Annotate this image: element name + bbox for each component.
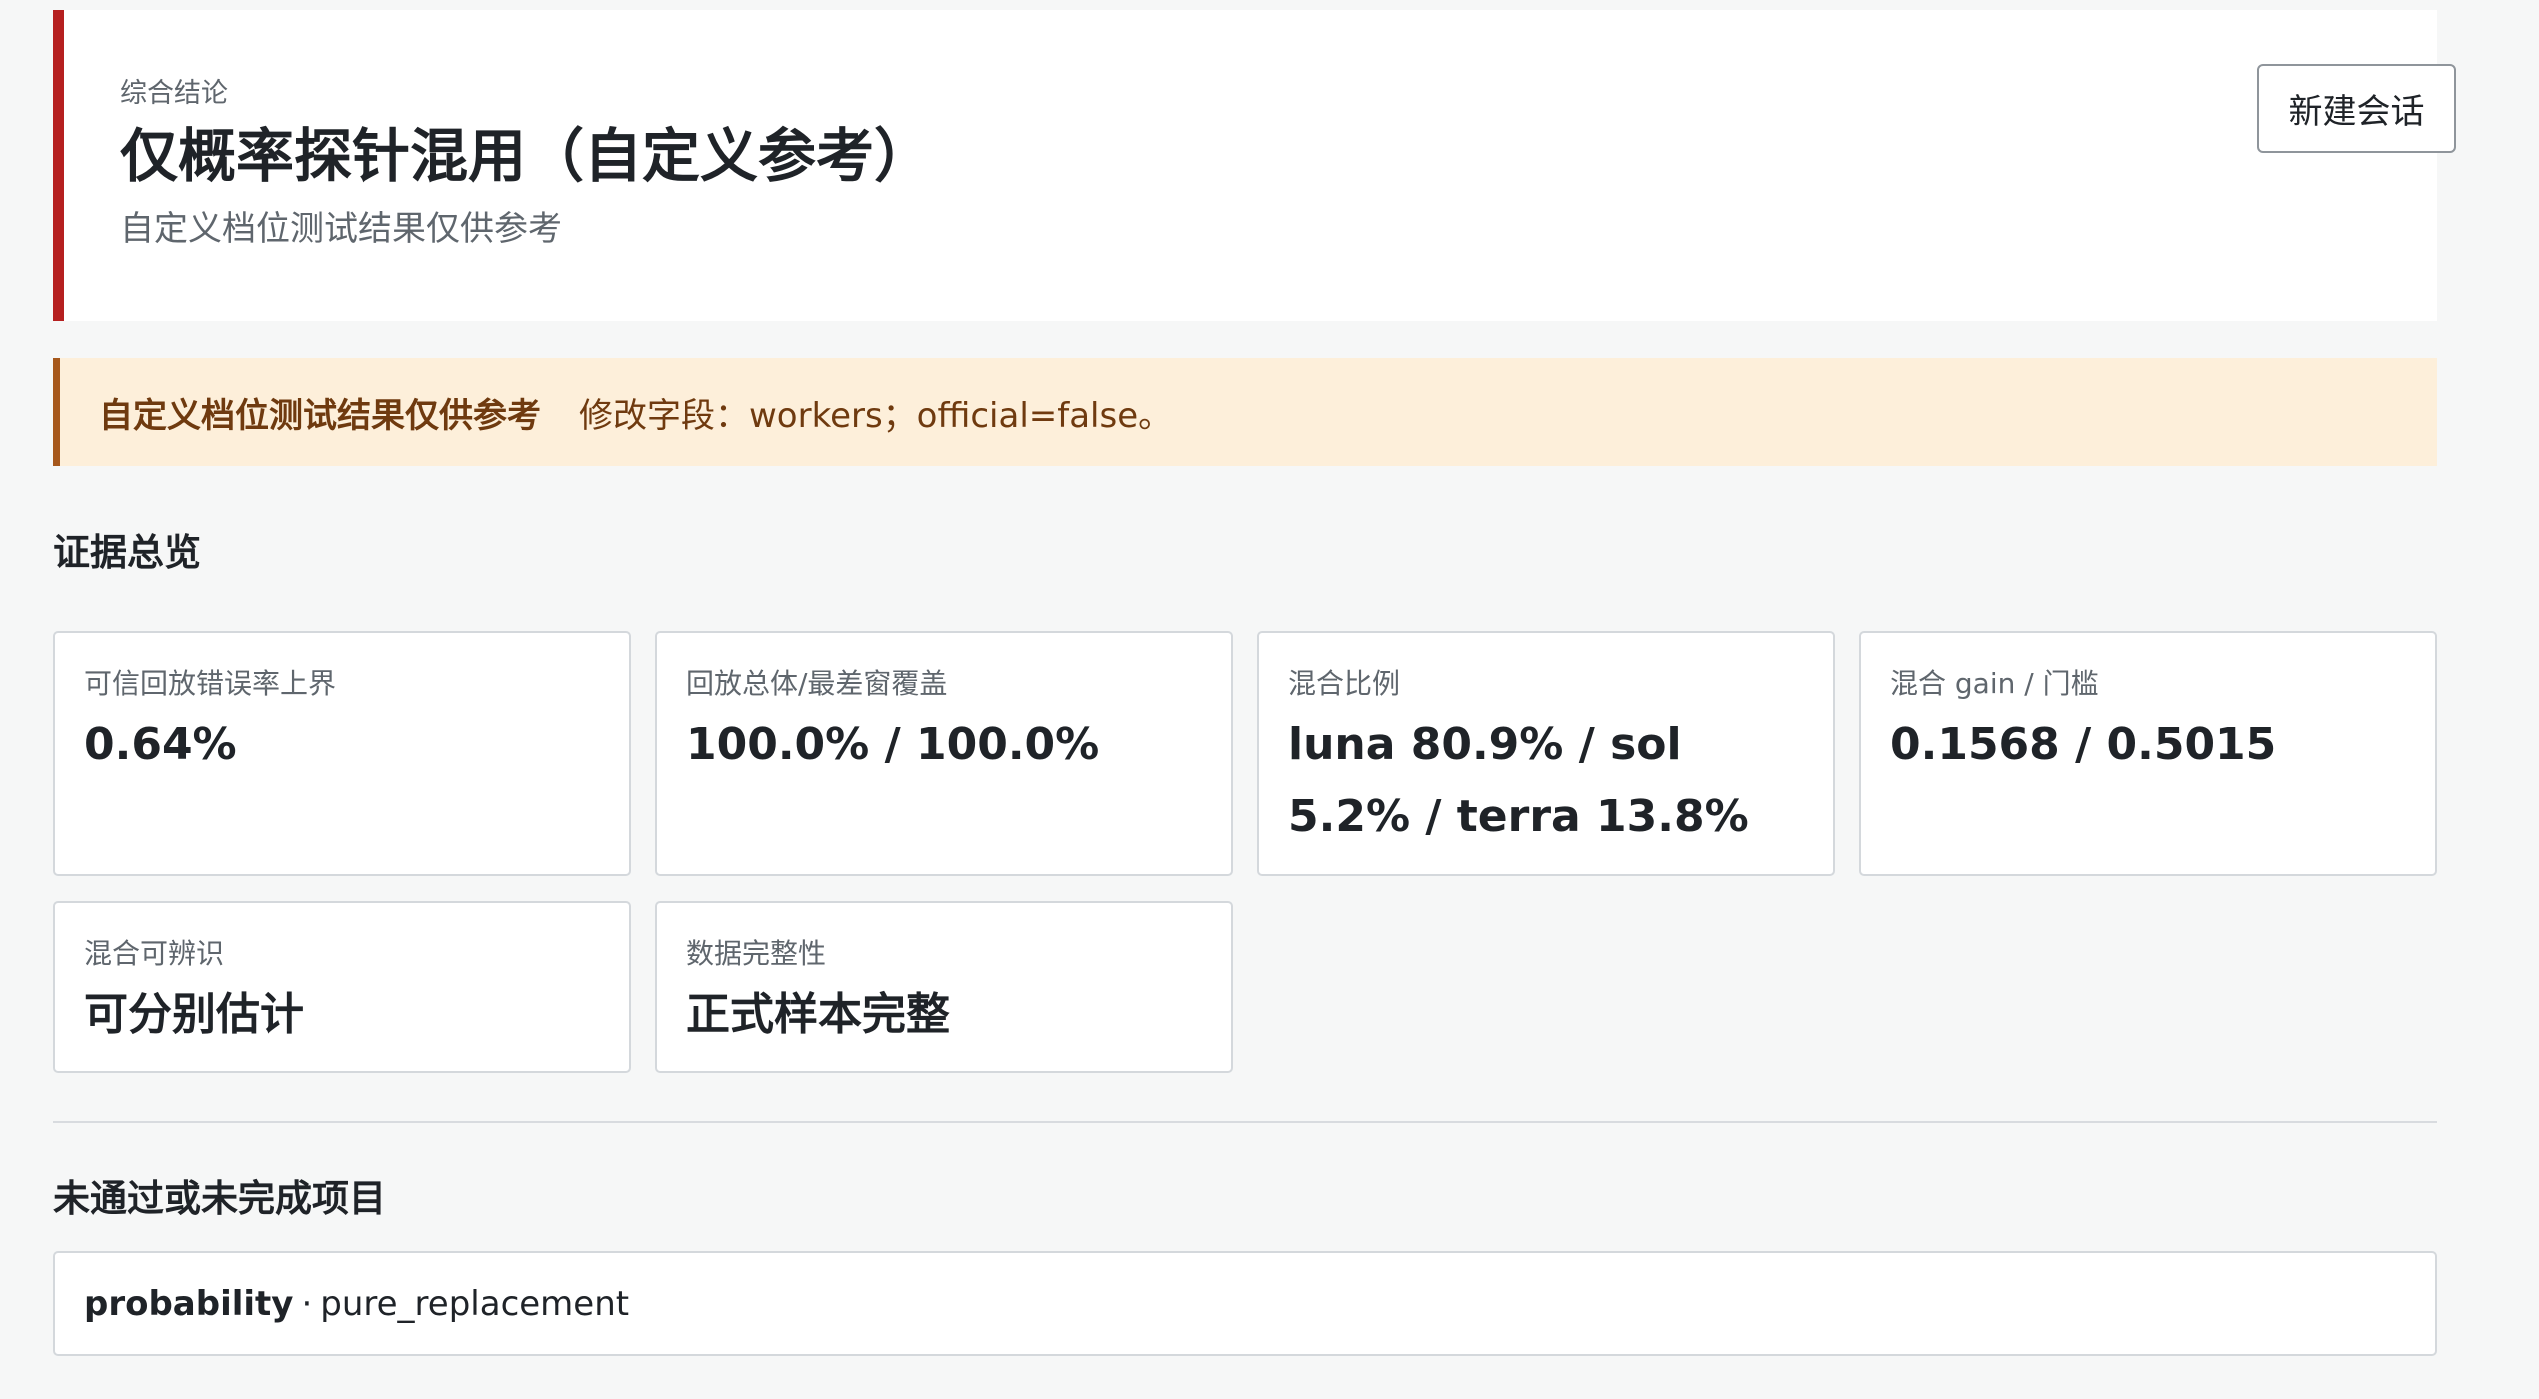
page-subtitle: 自定义档位测试结果仅供参考 [120, 209, 562, 249]
metric-label: 可信回放错误率上界 [84, 667, 337, 700]
failed-items-heading: 未通过或未完成项目 [53, 1177, 386, 1220]
metric-value: 0.1568 / 0.5015 [1890, 719, 2277, 770]
metric-value: 0.64% [84, 719, 237, 770]
metric-card-replay-error-upper-bound: 可信回放错误率上界 0.64% [53, 631, 631, 876]
evidence-overview-heading: 证据总览 [53, 531, 201, 574]
failed-item-value: pure_replacement [320, 1283, 630, 1324]
metric-card-replay-coverage: 回放总体/最差窗覆盖 100.0% / 100.0% [655, 631, 1233, 876]
metric-value: luna 80.9% / sol 5.2% / terra 13.8% [1288, 719, 1749, 842]
custom-profile-warning-banner: 自定义档位测试结果仅供参考 修改字段：workers；official=fals… [53, 358, 2437, 466]
failed-item-row: probability · pure_replacement [53, 1251, 2437, 1356]
eyebrow-label: 综合结论 [120, 78, 228, 109]
metric-label: 混合可辨识 [84, 937, 225, 970]
metric-label: 回放总体/最差窗覆盖 [686, 667, 948, 700]
metric-value: 正式样本完整 [686, 989, 950, 1040]
warning-title: 自定义档位测试结果仅供参考 [99, 395, 541, 436]
summary-header-card: 综合结论 仅概率探针混用（自定义参考） 自定义档位测试结果仅供参考 新建会话 [53, 10, 2456, 321]
failed-item-separator: · [301, 1283, 313, 1324]
metric-label: 混合 gain / 门槛 [1890, 667, 2099, 700]
section-divider [53, 1121, 2437, 1123]
metric-card-mix-gain-threshold: 混合 gain / 门槛 0.1568 / 0.5015 [1859, 631, 2437, 876]
page-title: 仅概率探针混用（自定义参考） [120, 122, 933, 190]
metric-value: 100.0% / 100.0% [686, 719, 1100, 770]
metric-card-mix-identifiable: 混合可辨识 可分别估计 [53, 901, 631, 1073]
metric-value: 可分别估计 [84, 989, 304, 1040]
warning-detail: 修改字段：workers；official=false。 [579, 395, 1173, 436]
metric-card-mix-ratio: 混合比例 luna 80.9% / sol 5.2% / terra 13.8% [1257, 631, 1835, 876]
metric-card-data-completeness: 数据完整性 正式样本完整 [655, 901, 1233, 1073]
metric-label: 数据完整性 [686, 937, 827, 970]
failed-item-key: probability [84, 1283, 294, 1324]
new-session-button[interactable]: 新建会话 [2257, 64, 2456, 153]
metric-label: 混合比例 [1288, 667, 1401, 700]
